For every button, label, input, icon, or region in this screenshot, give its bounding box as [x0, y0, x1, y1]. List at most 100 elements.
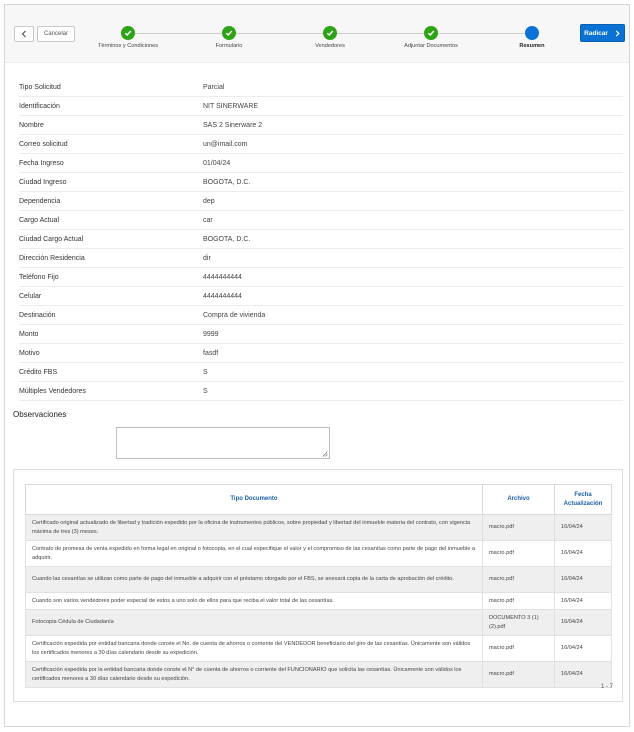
- documents-table: Tipo Documento Archivo Fecha Actualizaci…: [25, 484, 612, 688]
- cell-tipo: Fotocopia Cédula de Ciudadanía: [25, 609, 483, 636]
- cell-archivo[interactable]: DOCUMENTO 3 (1) (2).pdf: [482, 609, 555, 636]
- summary-row: Nombre SAS 2 Sinerware 2: [19, 116, 623, 135]
- summary-row: Celular 4444444444: [19, 287, 623, 306]
- summary-key: Nombre: [19, 121, 44, 129]
- cell-archivo[interactable]: macro.pdf: [482, 661, 555, 688]
- step-done-indicator: [323, 26, 337, 40]
- cancel-button[interactable]: Cancelar: [37, 26, 75, 42]
- table-row: Cuando son varios vendedores poder espec…: [25, 592, 612, 610]
- table-row: Certificación expedida por la entidad ba…: [25, 661, 612, 688]
- cell-archivo[interactable]: macro.pdf: [482, 566, 555, 593]
- summary-key: Dependencia: [19, 197, 61, 205]
- summary-key: Correo solicitud: [19, 140, 68, 148]
- cell-tipo: Certificado original actualizado de libe…: [25, 514, 483, 541]
- wizard-header: Cancelar Términos y Condiciones Formular…: [5, 5, 629, 63]
- step-adjuntar-documentos[interactable]: Adjuntar Documentos: [386, 26, 476, 49]
- table-row: Cuando las cesantías se utilizan como pa…: [25, 566, 612, 593]
- summary-value: un@imail.com: [203, 140, 248, 148]
- observaciones-textarea[interactable]: [116, 427, 330, 459]
- summary-row: Tipo Solicitud Parcial: [19, 78, 623, 97]
- summary-value: SAS 2 Sinerware 2: [203, 121, 263, 129]
- summary-key: Teléfono Fijo: [19, 273, 59, 281]
- table-row: Certificado original actualizado de libe…: [25, 514, 612, 541]
- step-terminos[interactable]: Términos y Condiciones: [83, 26, 173, 49]
- cell-fecha: 16/04/24: [554, 514, 612, 541]
- documents-panel: Tipo Documento Archivo Fecha Actualizaci…: [13, 469, 623, 702]
- check-icon: [225, 30, 233, 37]
- cell-tipo: Cuando las cesantías se utilizan como pa…: [25, 566, 483, 593]
- summary-value: BOGOTA, D.C.: [203, 235, 251, 243]
- summary-row: Ciudad Ingreso BOGOTA, D.C.: [19, 173, 623, 192]
- summary-value: dep: [203, 197, 215, 205]
- summary-row: Destinación Compra de vivienda: [19, 306, 623, 325]
- summary-value: 9999: [203, 330, 219, 338]
- summary-row: Ciudad Cargo Actual BOGOTA, D.C.: [19, 230, 623, 249]
- summary-row: Correo solicitud un@imail.com: [19, 135, 623, 154]
- summary-row: Múltiples Vendedores S: [19, 382, 623, 401]
- chevron-left-icon: [21, 30, 26, 38]
- table-header-row: Tipo Documento Archivo Fecha Actualizaci…: [25, 484, 612, 515]
- check-icon: [326, 30, 334, 37]
- summary-value: Compra de vivienda: [203, 311, 266, 319]
- cell-tipo: Contrato de promesa de venta expedido en…: [25, 540, 483, 567]
- summary-key: Fecha Ingreso: [19, 159, 64, 167]
- summary-row: Cargo Actual car: [19, 211, 623, 230]
- summary-row: Fecha Ingreso 01/04/24: [19, 154, 623, 173]
- cell-fecha: 16/04/24: [554, 540, 612, 567]
- cell-tipo: Certificación expedida por entidad banca…: [25, 635, 483, 662]
- cell-tipo: Certificación expedida por la entidad ba…: [25, 661, 483, 688]
- summary-key: Crédito FBS: [19, 368, 58, 376]
- summary-value: 4444444444: [203, 292, 242, 300]
- cell-archivo[interactable]: macro.pdf: [482, 540, 555, 567]
- cell-archivo[interactable]: macro.pdf: [482, 592, 555, 610]
- check-icon: [427, 30, 435, 37]
- summary-value: fasdf: [203, 349, 219, 357]
- back-button[interactable]: [14, 26, 34, 42]
- summary-row: Dependencia dep: [19, 192, 623, 211]
- summary-key: Motivo: [19, 349, 40, 357]
- column-header-tipo[interactable]: Tipo Documento: [25, 484, 483, 515]
- column-header-archivo[interactable]: Archivo: [482, 484, 555, 515]
- summary-key: Ciudad Cargo Actual: [19, 235, 84, 243]
- step-resumen[interactable]: Resumen: [487, 26, 577, 49]
- summary-value: NIT SINERWARE: [203, 102, 259, 110]
- cell-tipo: Cuando son varios vendedores poder espec…: [25, 592, 483, 610]
- step-done-indicator: [121, 26, 135, 40]
- summary-row: Motivo fasdf: [19, 344, 623, 363]
- check-icon: [124, 30, 132, 37]
- summary-value: 4444444444: [203, 273, 242, 281]
- summary-value: 01/04/24: [203, 159, 231, 167]
- radicar-label: Radicar: [584, 29, 608, 37]
- summary-key: Monto: [19, 330, 39, 338]
- cell-archivo[interactable]: macro.pdf: [482, 514, 555, 541]
- cell-archivo[interactable]: macro.pdf: [482, 635, 555, 662]
- cell-fecha: 16/04/24: [554, 566, 612, 593]
- summary-value: S: [203, 387, 208, 395]
- page-frame: Cancelar Términos y Condiciones Formular…: [4, 4, 630, 727]
- step-done-indicator: [424, 26, 438, 40]
- step-vendedores[interactable]: Vendedores: [285, 26, 375, 49]
- step-label: Adjuntar Documentos: [404, 43, 458, 49]
- summary-key: Múltiples Vendedores: [19, 387, 86, 395]
- summary-row: Crédito FBS S: [19, 363, 623, 382]
- summary-key: Tipo Solicitud: [19, 83, 61, 91]
- summary-list: Tipo Solicitud Parcial Identificación NIT …: [19, 78, 623, 401]
- column-header-fecha[interactable]: Fecha Actualización: [554, 484, 612, 515]
- table-row: Certificación expedida por entidad banca…: [25, 635, 612, 662]
- step-label: Vendedores: [315, 43, 345, 49]
- table-row: Contrato de promesa de venta expedido en…: [25, 540, 612, 567]
- resize-grip-icon[interactable]: [322, 451, 328, 457]
- summary-row: Monto 9999: [19, 325, 623, 344]
- pagination-info: 1 - 7: [600, 684, 613, 690]
- summary-value: S: [203, 368, 208, 376]
- summary-key: Identificación: [19, 102, 60, 110]
- radicar-button[interactable]: Radicar: [580, 24, 625, 42]
- summary-value: car: [203, 216, 213, 224]
- step-active-indicator: [525, 26, 539, 40]
- summary-value: BOGOTA, D.C.: [203, 178, 251, 186]
- cell-fecha: 16/04/24: [554, 609, 612, 636]
- table-row: Fotocopia Cédula de Ciudadanía DOCUMENTO…: [25, 609, 612, 636]
- summary-value: Parcial: [203, 83, 225, 91]
- step-label: Términos y Condiciones: [97, 43, 158, 49]
- step-formulario[interactable]: Formulario: [184, 26, 274, 49]
